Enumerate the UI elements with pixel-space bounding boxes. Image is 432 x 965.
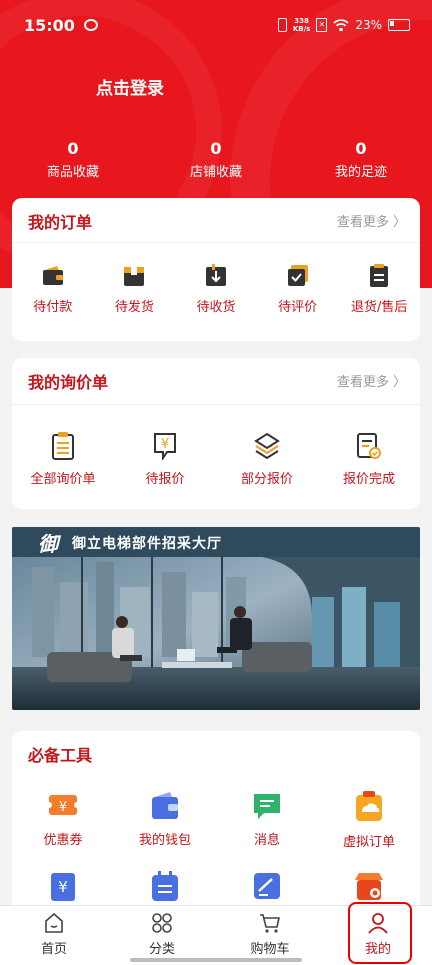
orders-view-more[interactable]: 查看更多 〉 <box>337 211 406 230</box>
return-doc-icon <box>370 264 389 287</box>
orders-title: 我的订单 <box>28 213 93 232</box>
inquiry-pending-quote[interactable]: ¥ 待报价 <box>114 432 216 487</box>
stat-label: 商品收藏 <box>46 165 99 180</box>
active-tab-highlight <box>348 902 412 964</box>
tool-wallet[interactable]: 我的钱包 <box>114 791 216 850</box>
receive-box-icon <box>205 264 226 286</box>
yen-ticket-icon: ¥ <box>51 873 75 901</box>
stat-value: 0 <box>355 139 367 158</box>
orders-card: 我的订单 查看更多 〉 待付款 待发货 待收货 待评价 退货/售后 <box>12 198 420 341</box>
store-icon <box>355 873 383 900</box>
order-pending-payment[interactable]: 待付款 <box>12 264 94 315</box>
category-icon <box>152 913 172 933</box>
tool-coupon[interactable]: ¥ 优惠券 <box>12 791 114 850</box>
stat-store-favorites[interactable]: 0 店铺收藏 <box>161 138 271 184</box>
tools-card: 必备工具 ¥ 优惠券 我的钱包 消息 虚拟订单 ¥ <box>12 731 420 931</box>
calendar-icon <box>152 871 178 901</box>
stat-footprints[interactable]: 0 我的足迹 <box>306 138 416 184</box>
banner-logo: 御 <box>38 532 58 556</box>
inquiry-title: 我的询价单 <box>28 373 109 392</box>
cart-icon <box>260 914 280 933</box>
stat-label: 我的足迹 <box>334 165 387 180</box>
yen-doc-icon: ¥ <box>154 433 176 460</box>
banner-title: 御立电梯部件招采大厅 <box>72 536 222 552</box>
order-pending-shipment[interactable]: 待发货 <box>94 264 176 315</box>
svg-text:¥: ¥ <box>58 878 68 896</box>
inquiry-partial-quote[interactable]: 部分报价 <box>216 432 318 487</box>
review-check-icon <box>287 265 308 286</box>
doc-check-icon <box>357 433 381 459</box>
vibrate-icon <box>277 18 287 32</box>
inquiry-card: 我的询价单 查看更多 〉 全部询价单 ¥ 待报价 部分报价 报价完成 <box>12 358 420 509</box>
home-indicator[interactable] <box>130 958 302 962</box>
wallet-blue-icon <box>152 792 178 819</box>
home-icon <box>45 912 63 933</box>
inquiry-quote-complete[interactable]: 报价完成 <box>318 432 420 487</box>
order-pending-receipt[interactable]: 待收货 <box>175 264 257 315</box>
banner-image <box>12 527 420 710</box>
wallet-icon <box>42 266 63 285</box>
cloud-order-icon <box>356 791 382 821</box>
status-time: 15:00 <box>24 16 75 35</box>
tool-virtual-orders[interactable]: 虚拟订单 <box>318 791 420 850</box>
tools-title: 必备工具 <box>28 746 93 765</box>
tab-category[interactable]: 分类 <box>108 906 216 965</box>
chevron-right-icon: 〉 <box>392 375 406 390</box>
no-sim-icon: ✕ <box>316 18 328 32</box>
stat-product-favorites[interactable]: 0 商品收藏 <box>18 138 128 184</box>
svg-text:¥: ¥ <box>59 800 67 815</box>
network-speed: 338 KB/s <box>292 17 311 33</box>
svg-text:¥: ¥ <box>161 437 169 452</box>
tool-messages[interactable]: 消息 <box>216 791 318 850</box>
inquiry-view-more[interactable]: 查看更多 〉 <box>337 371 406 390</box>
login-link[interactable]: 点击登录 <box>96 74 164 99</box>
battery-icon <box>388 19 410 31</box>
inquiry-all[interactable]: 全部询价单 <box>12 432 114 487</box>
battery-percent: 23% <box>355 18 382 32</box>
tab-home[interactable]: 首页 <box>0 906 108 965</box>
edit-note-icon <box>254 873 280 899</box>
message-icon <box>254 794 280 819</box>
stat-value: 0 <box>210 139 222 158</box>
stat-value: 0 <box>67 139 79 158</box>
tab-cart[interactable]: 购物车 <box>216 906 324 965</box>
wifi-icon <box>333 18 349 31</box>
order-returns[interactable]: 退货/售后 <box>338 264 420 315</box>
package-icon <box>124 267 145 286</box>
chevron-right-icon: 〉 <box>392 215 406 230</box>
order-pending-review[interactable]: 待评价 <box>257 264 339 315</box>
clipboard-list-icon <box>52 432 74 460</box>
status-bar: 15:00 338 KB/s ✕ 23% <box>0 0 432 52</box>
app-notification-icon <box>84 19 98 31</box>
layers-icon <box>254 432 280 460</box>
stat-label: 店铺收藏 <box>189 165 242 180</box>
promo-banner[interactable]: 御 御立电梯部件招采大厅 <box>12 527 420 710</box>
coupon-icon: ¥ <box>48 795 78 815</box>
